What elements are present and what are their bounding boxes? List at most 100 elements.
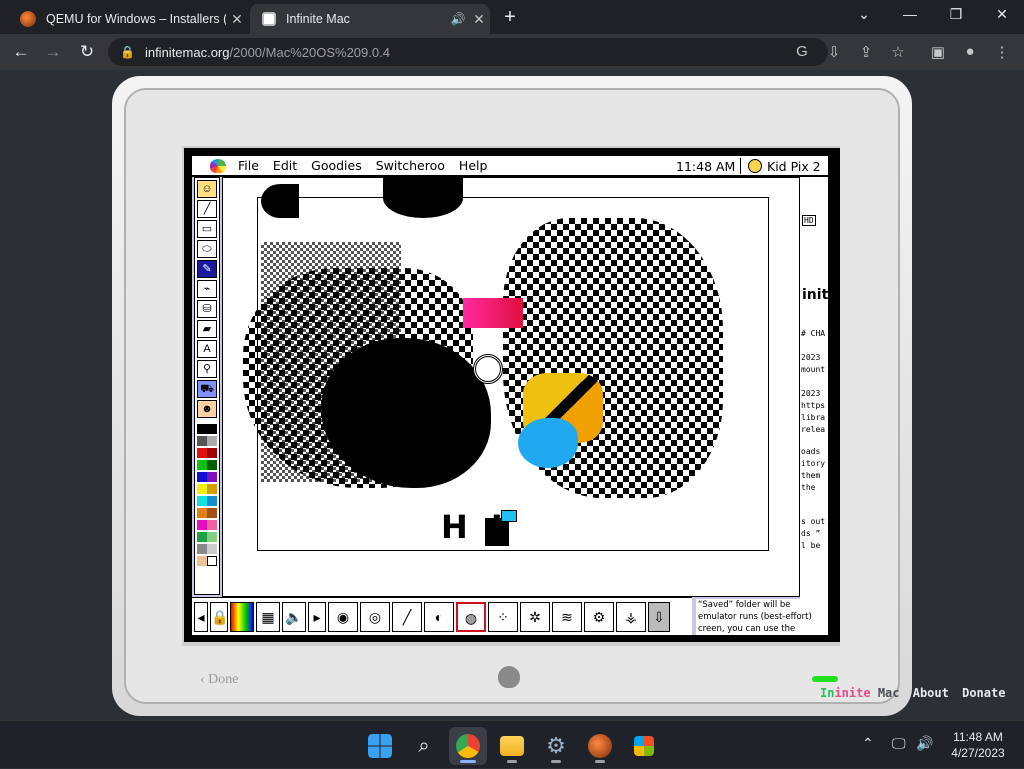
rectangle-tool-icon[interactable]: ▭ <box>197 220 217 238</box>
swatch-silver[interactable] <box>207 544 217 554</box>
swatch-white[interactable] <box>207 556 217 566</box>
menu-switcheroo[interactable]: Switcheroo <box>376 158 445 173</box>
done-button[interactable]: ‹ Done <box>200 672 239 688</box>
drawing-canvas[interactable]: H I <box>222 177 800 597</box>
undo-guy-tool-icon[interactable]: ☻ <box>197 400 217 418</box>
swatch-black[interactable] <box>197 424 207 434</box>
brush-option-dots-selected-icon[interactable]: ◍ <box>456 602 486 632</box>
apple-menu-icon[interactable] <box>210 158 226 173</box>
taskbar-settings-button[interactable]: ⚙ <box>537 727 575 765</box>
brush-option-drip-icon[interactable]: ⚶ <box>616 602 646 632</box>
close-tab-icon[interactable]: ✕ <box>468 11 490 28</box>
paint-bucket-tool-icon[interactable]: ⛁ <box>197 300 217 318</box>
color-picker-icon[interactable] <box>230 602 254 632</box>
kid-face-tool-icon[interactable]: ☺ <box>197 180 217 198</box>
restore-icon[interactable]: ❐ <box>942 6 970 23</box>
scroll-right-icon[interactable]: ▸ <box>308 602 326 632</box>
swatch-forest[interactable] <box>197 532 207 542</box>
tab-title: Infinite Mac <box>286 12 350 26</box>
swatch-darkgreen[interactable] <box>207 460 217 470</box>
taskbar-chrome-button[interactable] <box>449 727 487 765</box>
swatch-purple[interactable] <box>207 472 217 482</box>
lock-icon[interactable]: 🔒 <box>210 602 228 632</box>
brush-option-tree-icon[interactable]: ✲ <box>520 602 550 632</box>
share-icon[interactable]: ⇪ <box>856 43 876 61</box>
kid-pix-app-icon[interactable] <box>748 159 762 173</box>
scroll-down-icon[interactable]: ⇩ <box>648 602 670 632</box>
profile-icon[interactable]: ● <box>960 43 980 60</box>
install-app-icon[interactable]: ⇩ <box>824 43 844 61</box>
brush-option-swirl-icon[interactable]: ◉ <box>328 602 358 632</box>
swatch-gold[interactable] <box>207 484 217 494</box>
side-panel-icon[interactable]: ▣ <box>928 43 948 61</box>
application-menu-label[interactable]: Kid Pix 2 <box>767 159 821 174</box>
wacky-brush-tool-icon[interactable]: ✎ <box>197 260 217 278</box>
chevron-up-icon[interactable]: ⌃ <box>862 735 874 752</box>
address-bar[interactable]: 🔒 infinitemac.org/2000/Mac%20OS%209.0.4 <box>108 38 828 66</box>
swatch-lightgray[interactable] <box>207 436 217 446</box>
swatch-darkred[interactable] <box>207 448 217 458</box>
swatch-midgray[interactable] <box>197 544 207 554</box>
taskbar-file-explorer-button[interactable] <box>493 727 531 765</box>
pencil-line-tool-icon[interactable]: ╱ <box>197 200 217 218</box>
menu-file[interactable]: File <box>238 158 259 173</box>
brush-option-lines-icon[interactable]: ╱ <box>392 602 422 632</box>
taskbar-qemu-button[interactable] <box>581 727 619 765</box>
moving-van-tool-icon[interactable]: ⛟ <box>197 380 217 398</box>
taskbar-search-button[interactable]: ⌕ <box>405 727 443 765</box>
swatch-red[interactable] <box>197 448 207 458</box>
about-link[interactable]: About <box>913 686 949 700</box>
network-icon[interactable]: 🖵 <box>892 735 906 752</box>
swatch-peach[interactable] <box>197 556 207 566</box>
minimize-icon[interactable]: — <box>896 6 924 22</box>
brush-option-ripple-icon[interactable]: ◎ <box>360 602 390 632</box>
swatch-mint[interactable] <box>207 532 217 542</box>
google-icon[interactable]: G <box>792 43 812 60</box>
volume-icon[interactable]: 🔊 <box>916 735 933 752</box>
swatch-yellow[interactable] <box>197 484 207 494</box>
back-arrow-icon[interactable]: ← <box>10 42 32 62</box>
windows-start-button[interactable] <box>361 727 399 765</box>
menubar-divider <box>740 158 741 174</box>
eraser-tool-icon[interactable]: ▰ <box>197 320 217 338</box>
close-tab-icon[interactable]: ✕ <box>226 11 248 28</box>
swatch-sky[interactable] <box>207 496 217 506</box>
swatch-blue[interactable] <box>197 472 207 482</box>
bookmark-star-icon[interactable]: ☆ <box>888 43 908 61</box>
tab-infinite-mac[interactable]: Infinite Mac 🔊 ✕ <box>250 4 490 34</box>
speaker-icon[interactable]: 🔊 <box>448 12 468 26</box>
swatch-brown[interactable] <box>207 508 217 518</box>
swatch-cyan[interactable] <box>197 496 207 506</box>
menu-edit[interactable]: Edit <box>273 158 297 173</box>
menu-help[interactable]: Help <box>459 158 488 173</box>
electric-mixer-tool-icon[interactable]: ⌁ <box>197 280 217 298</box>
menu-goodies[interactable]: Goodies <box>311 158 362 173</box>
chevron-down-icon[interactable]: ⌄ <box>850 6 878 23</box>
brush-option-half-icon[interactable]: ◐ <box>424 602 454 632</box>
menu-kebab-icon[interactable]: ⋮ <box>992 43 1012 61</box>
taskbar-store-button[interactable] <box>625 727 663 765</box>
swatch-green[interactable] <box>197 460 207 470</box>
text-tool-icon[interactable]: A <box>197 340 217 358</box>
swatch-black-2[interactable] <box>207 424 217 434</box>
forward-arrow-icon[interactable]: → <box>42 42 64 62</box>
emulator-screen[interactable]: File Edit Goodies Switcheroo Help 11:48 … <box>184 148 840 642</box>
new-tab-button[interactable]: + <box>500 6 520 29</box>
swatch-gray[interactable] <box>197 436 207 446</box>
reload-icon[interactable]: ↻ <box>76 42 98 62</box>
pattern-grid-icon[interactable]: ▦ <box>256 602 280 632</box>
donate-link[interactable]: Donate <box>962 686 1005 700</box>
volume-icon[interactable]: 🔈 <box>282 602 306 632</box>
close-window-icon[interactable]: ✕ <box>988 6 1016 23</box>
swatch-pink[interactable] <box>207 520 217 530</box>
scroll-left-icon[interactable]: ◂ <box>194 602 208 632</box>
tab-qemu-installers[interactable]: QEMU for Windows – Installers (6 ✕ <box>8 4 248 34</box>
swatch-orange[interactable] <box>197 508 207 518</box>
brush-option-pretzel-icon[interactable]: ⚙ <box>584 602 614 632</box>
swatch-magenta[interactable] <box>197 520 207 530</box>
brush-option-spray-icon[interactable]: ⁘ <box>488 602 518 632</box>
oval-tool-icon[interactable]: ⬭ <box>197 240 217 258</box>
brush-option-wave-icon[interactable]: ≋ <box>552 602 582 632</box>
taskbar-clock[interactable]: 11:48 AM 4/27/2023 <box>940 729 1016 761</box>
stamp-tool-icon[interactable]: ⚲ <box>197 360 217 378</box>
